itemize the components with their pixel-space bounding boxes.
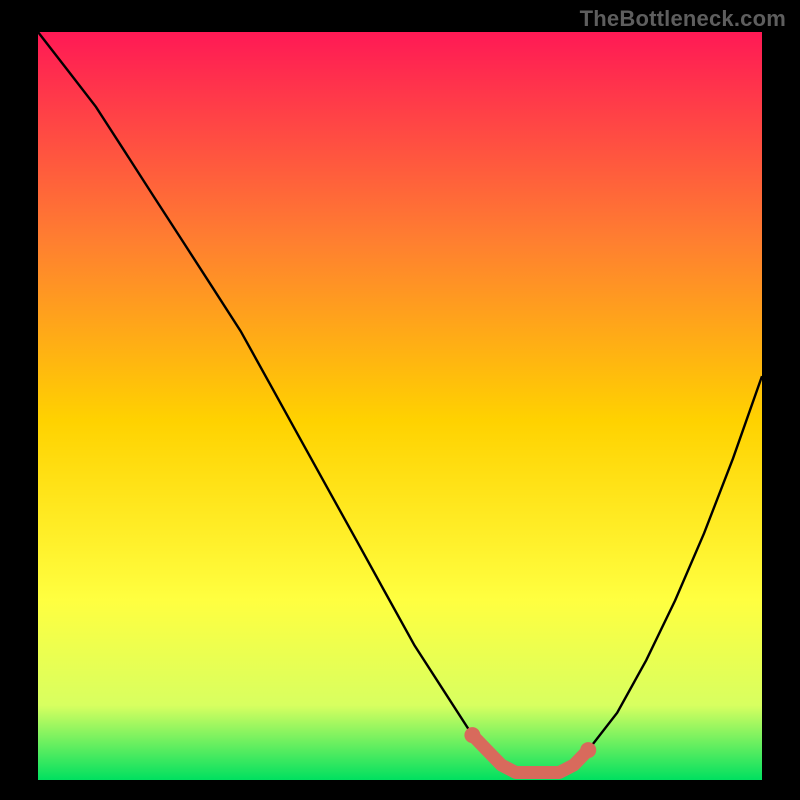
bottleneck-chart — [0, 0, 800, 800]
chart-frame: TheBottleneck.com — [0, 0, 800, 800]
plot-area — [38, 32, 762, 780]
highlight-dot-start — [464, 727, 480, 743]
highlight-dot-end — [580, 742, 596, 758]
watermark-text: TheBottleneck.com — [580, 6, 786, 32]
